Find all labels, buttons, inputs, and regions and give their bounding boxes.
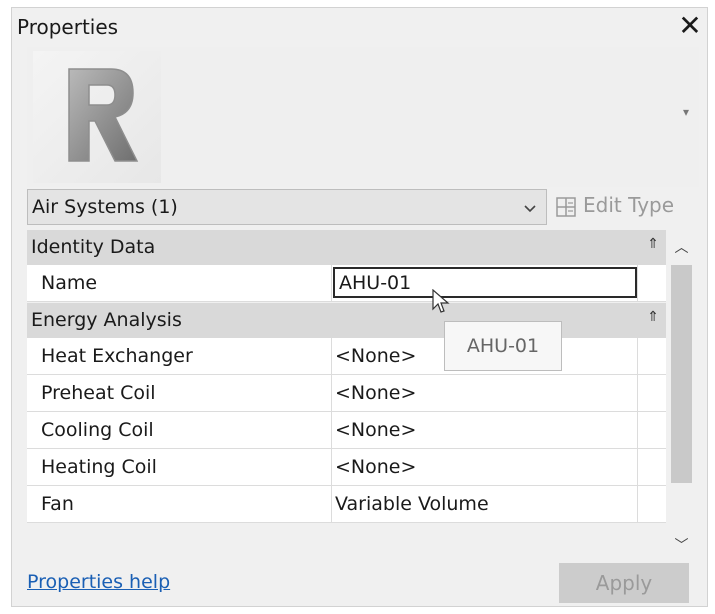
column-divider	[637, 486, 638, 522]
property-row-cooling-coil[interactable]: Cooling Coil <None>	[27, 412, 667, 449]
group-label: Energy Analysis	[31, 309, 182, 331]
group-header-energy-analysis[interactable]: Energy Analysis ⇑	[27, 303, 667, 338]
mouse-cursor-icon	[432, 289, 450, 313]
chevron-down-icon	[524, 205, 536, 213]
preview-dropdown-icon[interactable]: ▾	[683, 105, 689, 119]
property-label: Fan	[41, 493, 74, 515]
scroll-up-icon[interactable]: ︿	[666, 233, 697, 263]
scroll-down-icon[interactable]: ﹀	[666, 531, 697, 561]
property-value[interactable]: Variable Volume	[335, 493, 489, 515]
property-label: Heat Exchanger	[41, 345, 193, 367]
column-divider	[637, 375, 638, 411]
column-divider	[637, 265, 638, 301]
column-divider	[637, 412, 638, 448]
property-value[interactable]: <None>	[335, 345, 416, 367]
column-divider	[331, 486, 332, 522]
property-row-name[interactable]: Name	[27, 265, 667, 302]
edit-type-label: Edit Type	[583, 193, 675, 217]
property-label: Name	[41, 272, 98, 294]
group-header-identity-data[interactable]: Identity Data ⇑	[27, 230, 667, 265]
name-tooltip: AHU-01	[444, 321, 562, 371]
column-divider	[637, 338, 638, 374]
properties-grid: Identity Data ⇑ Name Energy Analysis ⇑ H…	[27, 230, 667, 530]
close-icon[interactable]: ✕	[675, 10, 705, 42]
property-label: Heating Coil	[41, 456, 157, 478]
revit-family-icon	[33, 51, 161, 183]
edit-type-icon	[556, 197, 576, 217]
type-selector[interactable]: ▾	[27, 47, 699, 187]
panel-title: Properties	[17, 15, 119, 39]
group-label: Identity Data	[31, 236, 156, 258]
title-bar: Properties ✕	[12, 8, 707, 46]
column-divider	[637, 449, 638, 485]
collapse-icon[interactable]: ⇑	[647, 309, 659, 325]
scroll-thumb[interactable]	[671, 265, 692, 483]
type-combo-value: Air Systems (1)	[32, 196, 178, 218]
property-value[interactable]: <None>	[335, 419, 416, 441]
column-divider	[331, 265, 332, 301]
column-divider	[331, 449, 332, 485]
properties-help-link[interactable]: Properties help	[27, 571, 170, 593]
type-combo[interactable]: Air Systems (1)	[27, 189, 547, 225]
property-value[interactable]: <None>	[335, 456, 416, 478]
property-row-preheat-coil[interactable]: Preheat Coil <None>	[27, 375, 667, 412]
property-label: Preheat Coil	[41, 382, 156, 404]
property-row-fan[interactable]: Fan Variable Volume	[27, 486, 667, 523]
column-divider	[331, 375, 332, 411]
property-value[interactable]: <None>	[335, 382, 416, 404]
property-row-heating-coil[interactable]: Heating Coil <None>	[27, 449, 667, 486]
apply-button[interactable]: Apply	[559, 563, 689, 603]
column-divider	[331, 412, 332, 448]
name-field[interactable]	[333, 267, 637, 298]
collapse-icon[interactable]: ⇑	[647, 236, 659, 252]
property-row-heat-exchanger[interactable]: Heat Exchanger <None>	[27, 338, 667, 375]
vertical-scrollbar[interactable]: ︿ ﹀	[666, 229, 697, 565]
property-label: Cooling Coil	[41, 419, 154, 441]
column-divider	[331, 338, 332, 374]
